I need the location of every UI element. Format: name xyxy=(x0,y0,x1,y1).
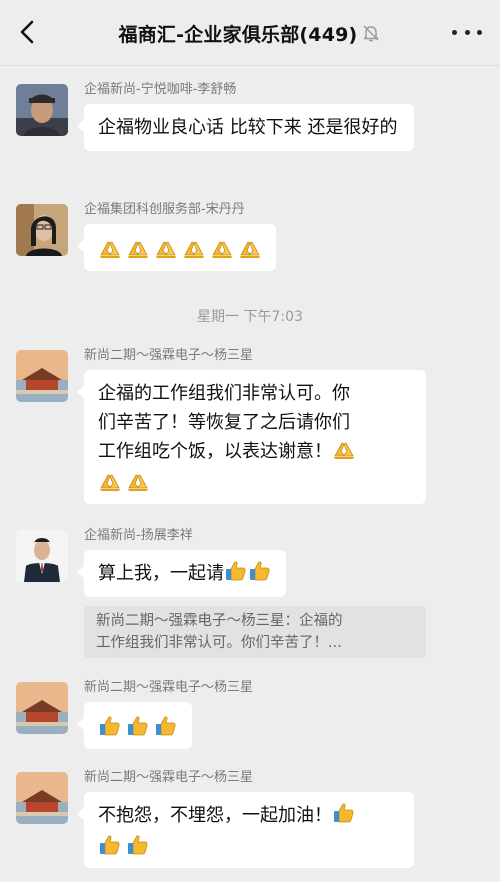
avatar-palace[interactable] xyxy=(16,772,68,824)
pray-hands-emoji xyxy=(126,469,150,493)
thumbs-up-emoji xyxy=(98,714,122,738)
message-text: 工作组吃个饭，以表达谢意！ xyxy=(98,441,332,462)
pray-hands-emoji xyxy=(98,236,122,260)
message-bubble[interactable]: 算上我，一起请 xyxy=(77,550,286,597)
message-text-line: 们辛苦了！等恢复了之后请你们 xyxy=(98,412,350,433)
quote-text-line: 工作组我们非常认可。你们辛苦了！... xyxy=(96,635,342,651)
thumbs-up-emoji xyxy=(154,714,178,738)
pray-hands-emoji xyxy=(210,236,234,260)
pray-hands-emoji xyxy=(98,469,122,493)
pray-hands-emoji xyxy=(182,236,206,260)
ellipsis-icon-dot xyxy=(477,29,482,35)
bell-muted-icon xyxy=(363,25,379,42)
avatar-woman-glasses[interactable] xyxy=(16,204,68,256)
avatar-palace[interactable] xyxy=(16,350,68,402)
message-text: 算上我，一起请 xyxy=(98,563,224,584)
pray-hands-emoji xyxy=(126,236,150,260)
chevron-left-icon xyxy=(20,20,34,44)
emoji-row xyxy=(98,830,400,859)
message-bubble[interactable]: 企福物业良心话 比较下来 还是很好的 xyxy=(77,104,414,151)
message-bubble[interactable]: 企福的工作组我们非常认可。你 们辛苦了！等恢复了之后请你们 工作组吃个饭，以表达… xyxy=(77,370,426,504)
ellipsis-icon-dot xyxy=(464,29,470,35)
message-text-line: 不抱怨，不埋怨，一起加油！ xyxy=(98,801,400,830)
thumbs-up-emoji xyxy=(248,559,272,583)
sender-name: 新尚二期～强霖电子～杨三星 xyxy=(84,680,254,695)
quoted-message[interactable]: 新尚二期～强霖电子～杨三星：企福的 工作组我们非常认可。你们辛苦了！... xyxy=(84,606,426,658)
message-text: 不抱怨，不埋怨，一起加油！ xyxy=(98,805,332,826)
message-text-line: 企福的工作组我们非常认可。你 xyxy=(98,383,350,404)
message-text: 企福物业良心话 比较下来 还是很好的 xyxy=(98,117,398,138)
thumbs-up-emoji xyxy=(98,833,122,857)
pray-hands-emoji xyxy=(154,236,178,260)
emoji-row xyxy=(98,711,178,740)
more-options-button[interactable] xyxy=(452,20,482,44)
thumbs-up-emoji xyxy=(126,714,150,738)
ellipsis-icon-dot xyxy=(452,29,457,35)
emoji-row xyxy=(98,233,262,262)
avatar-man-cap[interactable] xyxy=(16,84,68,136)
message-bubble[interactable] xyxy=(77,224,276,271)
sender-name: 企福集团科创服务部-宋丹丹 xyxy=(84,202,245,217)
thumbs-up-emoji xyxy=(332,801,356,825)
avatar-man-suit[interactable] xyxy=(16,530,68,582)
thumbs-up-emoji xyxy=(224,559,248,583)
timestamp: 星期一 下午7:03 xyxy=(197,309,303,325)
sender-name: 新尚二期～强霖电子～杨三星 xyxy=(84,770,254,785)
message-text-line: 工作组吃个饭，以表达谢意！ xyxy=(98,437,412,466)
chat-title: 福商汇-企业家俱乐部(449) xyxy=(118,23,358,46)
chat-title-wrap: 福商汇-企业家俱乐部(449) xyxy=(60,18,440,48)
chat-header: 福商汇-企业家俱乐部(449) xyxy=(0,0,500,66)
sender-name: 企福新尚-宁悦咖啡-李舒畅 xyxy=(84,82,237,97)
emoji-row xyxy=(98,466,412,495)
avatar-palace[interactable] xyxy=(16,682,68,734)
pray-hands-emoji xyxy=(238,236,262,260)
thumbs-up-emoji xyxy=(126,833,150,857)
quote-text-line: 新尚二期～强霖电子～杨三星：企福的 xyxy=(96,613,343,629)
sender-name: 新尚二期～强霖电子～杨三星 xyxy=(84,348,254,363)
message-bubble[interactable]: 不抱怨，不埋怨，一起加油！ xyxy=(77,792,414,868)
back-button[interactable] xyxy=(10,14,46,50)
pray-hands-emoji xyxy=(332,437,356,461)
sender-name: 企福新尚-扬展李祥 xyxy=(84,528,193,543)
message-bubble[interactable] xyxy=(77,702,192,749)
